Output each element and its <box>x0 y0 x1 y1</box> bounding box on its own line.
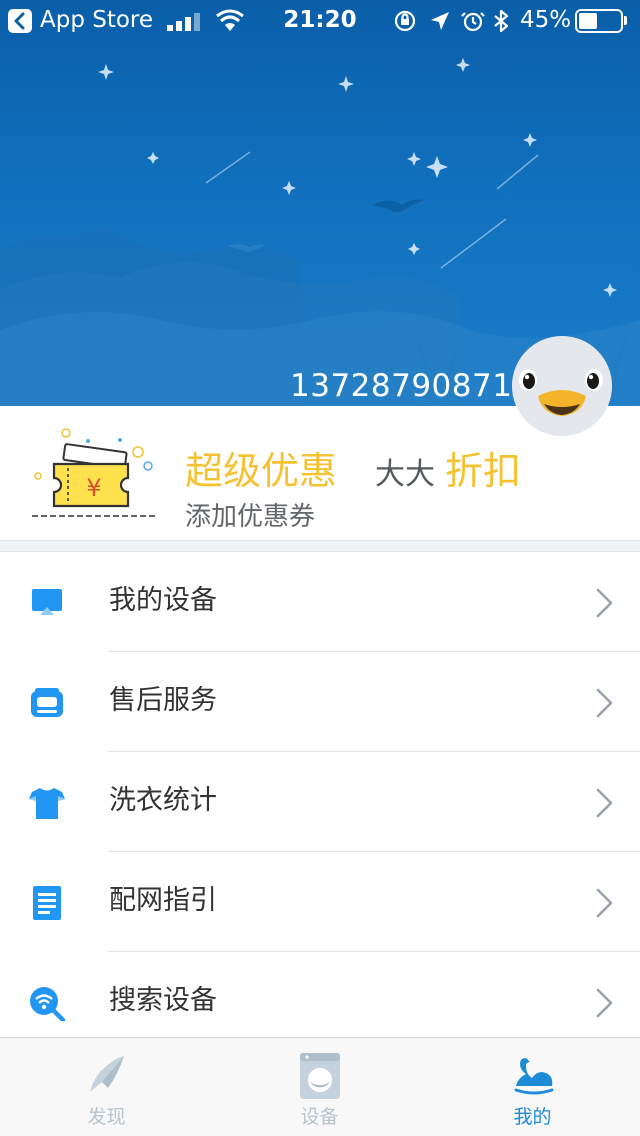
menu-item-label: 搜索设备 <box>109 985 217 1016</box>
menu-item-laundry-stats[interactable]: 洗衣统计 <box>0 752 640 852</box>
coupon-ticket-icon: ¥ <box>32 428 156 517</box>
menu-item-network-guide[interactable]: 配网指引 <box>0 852 640 952</box>
user-phone-number: 13728790871 <box>290 368 513 404</box>
menu-item-label: 我的设备 <box>109 585 217 616</box>
location-arrow-icon <box>431 12 449 30</box>
coupon-title: 超级优惠 <box>185 449 338 493</box>
tab-label: 设备 <box>300 1106 339 1128</box>
add-coupon-link[interactable]: 添加优惠券 <box>185 500 315 534</box>
chevron-right-icon <box>596 688 613 718</box>
tab-label: 我的 <box>513 1106 552 1128</box>
status-bar: App Store 21:20 45% <box>0 0 640 40</box>
battery-icon <box>575 9 623 33</box>
battery-cap <box>624 16 627 25</box>
battery-percent: 45% <box>520 7 572 33</box>
duck-avatar-icon[interactable] <box>512 336 612 436</box>
tab-mine[interactable]: 我的 <box>426 1038 639 1136</box>
tab-bar: 发现 设备 我的 <box>0 1037 640 1136</box>
chevron-right-icon <box>596 588 613 618</box>
menu-item-label: 售后服务 <box>109 685 217 716</box>
tab-devices[interactable]: 设备 <box>213 1038 426 1136</box>
section-divider <box>0 540 640 552</box>
menu-item-label: 洗衣统计 <box>109 785 217 816</box>
swan-icon <box>514 1058 554 1095</box>
guide-document-icon <box>33 886 61 920</box>
alarm-icon <box>461 12 485 32</box>
rotation-lock-icon <box>394 10 416 32</box>
menu-item-after-sales[interactable]: 售后服务 <box>0 652 640 752</box>
chevron-right-icon <box>596 788 613 818</box>
app-root: App Store 21:20 45% 13728790871 ¥ 超级优惠 大… <box>0 0 640 1136</box>
compass-icon <box>90 1056 124 1092</box>
menu-item-label: 配网指引 <box>109 885 217 916</box>
system-status-icons <box>394 9 509 33</box>
tab-discover[interactable]: 发现 <box>0 1038 213 1136</box>
chevron-right-icon <box>596 888 613 918</box>
washing-machine-icon <box>300 1053 340 1099</box>
menu-item-my-devices[interactable]: 我的设备 <box>0 552 640 652</box>
bluetooth-icon <box>494 9 509 33</box>
battery-level-fill <box>579 13 597 29</box>
service-phone-icon <box>31 688 63 717</box>
wifi-search-icon <box>30 987 66 1021</box>
monitor-icon <box>32 589 62 615</box>
tshirt-icon <box>29 788 65 819</box>
svg-text:¥: ¥ <box>86 474 101 502</box>
coupon-discount-text: 折扣 <box>445 449 522 493</box>
tab-label: 发现 <box>87 1106 126 1128</box>
coupon-mid-text: 大大 <box>375 457 435 492</box>
chevron-right-icon <box>596 988 613 1018</box>
